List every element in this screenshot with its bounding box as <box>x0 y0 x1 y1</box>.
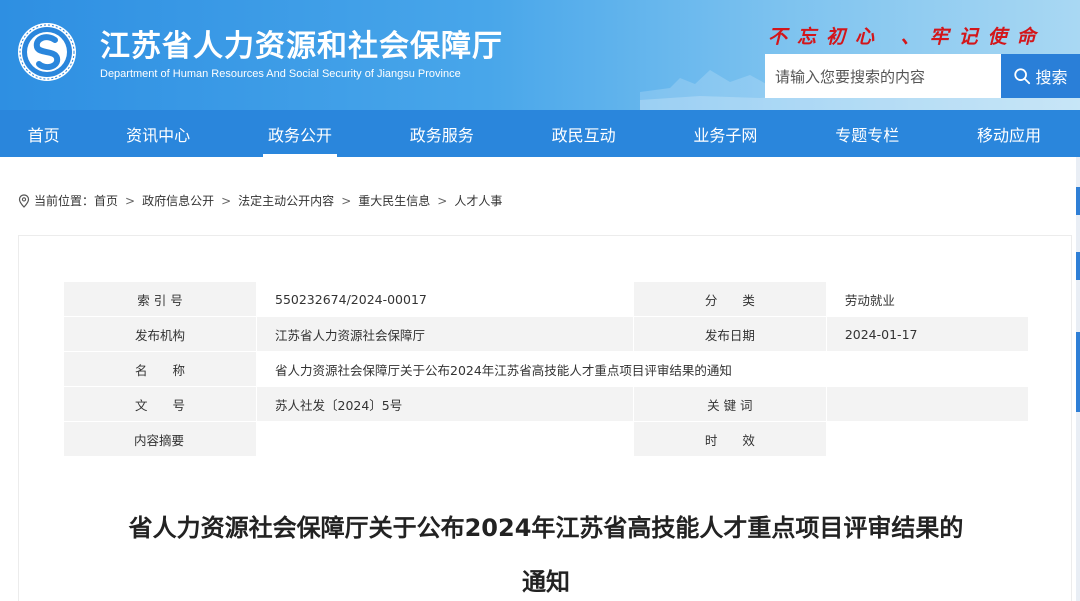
search-button-label: 搜索 <box>1035 68 1068 87</box>
date-label: 发布日期 <box>632 316 827 352</box>
name-value: 省人力资源社会保障厅关于公布2024年江苏省高技能人才重点项目评审结果的通知 <box>256 351 1029 387</box>
nav-item-subnets[interactable]: 业务子网 <box>655 110 797 157</box>
keywords-label: 关 键 词 <box>632 386 827 422</box>
keywords-value <box>825 386 1030 422</box>
table-row: 索 引 号 550232674/2024-00017 分 类 劳动就业 <box>63 281 1030 317</box>
table-row: 文 号 苏人社发〔2024〕5号 关 键 词 <box>63 386 1030 422</box>
search-input[interactable]: 请输入您要搜索的内容 <box>765 54 1001 98</box>
nav-item-news[interactable]: 资讯中心 <box>87 110 229 157</box>
breadcrumb-item-statutory[interactable]: 法定主动公开内容 <box>238 192 334 209</box>
publisher-value: 江苏省人力资源社会保障厅 <box>256 316 634 352</box>
breadcrumb-separator: > <box>437 193 448 208</box>
article-title-line2: 通知 <box>522 568 570 596</box>
nav-item-topics[interactable]: 专题专栏 <box>796 110 938 157</box>
summary-label: 内容摘要 <box>63 421 257 457</box>
doc-number-value: 苏人社发〔2024〕5号 <box>256 386 634 422</box>
breadcrumb-item-home[interactable]: 首页 <box>94 192 118 209</box>
document-info-table: 索 引 号 550232674/2024-00017 分 类 劳动就业 发布机构… <box>63 281 1030 457</box>
site-header: 江苏省人力资源和社会保障厅 Department of Human Resour… <box>0 0 1080 157</box>
site-subtitle: Department of Human Resources And Social… <box>100 68 461 80</box>
nav-item-home[interactable]: 首页 <box>0 110 87 157</box>
site-logo[interactable] <box>17 22 77 82</box>
search-icon <box>1014 68 1031 85</box>
doc-number-label: 文 号 <box>63 386 257 422</box>
breadcrumb: 当前位置： 首页 > 政府信息公开 > 法定主动公开内容 > 重大民生信息 > … <box>18 192 502 209</box>
publisher-label: 发布机构 <box>63 316 257 352</box>
breadcrumb-separator: > <box>221 193 232 208</box>
search-button[interactable]: 搜索 <box>1001 54 1080 98</box>
site-title: 江苏省人力资源和社会保障厅 <box>100 29 503 64</box>
name-label: 名 称 <box>63 351 257 387</box>
main-nav: 首页 资讯中心 政务公开 政务服务 政民互动 业务子网 专题专栏 移动应用 <box>0 110 1080 157</box>
category-label: 分 类 <box>632 281 827 317</box>
breadcrumb-item-gov-info[interactable]: 政府信息公开 <box>142 192 214 209</box>
location-pin-icon <box>18 193 30 208</box>
nav-item-interaction[interactable]: 政民互动 <box>513 110 655 157</box>
breadcrumb-item-livelihood[interactable]: 重大民生信息 <box>358 192 430 209</box>
nav-item-mobile[interactable]: 移动应用 <box>938 110 1080 157</box>
validity-value <box>825 421 1030 457</box>
right-edge-bar <box>1076 157 1080 601</box>
article-title-line1: 省人力资源社会保障厅关于公布2024年江苏省高技能人才重点项目评审结果的 <box>128 514 964 542</box>
index-label: 索 引 号 <box>63 281 257 317</box>
date-value: 2024-01-17 <box>825 316 1030 352</box>
article-title: 省人力资源社会保障厅关于公布2024年江苏省高技能人才重点项目评审结果的 通知 <box>19 501 1073 601</box>
breadcrumb-separator: > <box>125 193 136 208</box>
nav-item-services[interactable]: 政务服务 <box>371 110 513 157</box>
breadcrumb-prefix: 当前位置： <box>34 194 95 208</box>
table-row: 发布机构 江苏省人力资源社会保障厅 发布日期 2024-01-17 <box>63 316 1030 352</box>
index-value: 550232674/2024-00017 <box>256 281 634 317</box>
breadcrumb-separator: > <box>341 193 352 208</box>
category-value: 劳动就业 <box>825 281 1030 317</box>
table-row: 名 称 省人力资源社会保障厅关于公布2024年江苏省高技能人才重点项目评审结果的… <box>63 351 1029 387</box>
slogan: 不忘初心 、牢记使命 <box>768 26 1046 48</box>
table-row: 内容摘要 时 效 <box>63 421 1030 457</box>
validity-label: 时 效 <box>632 421 827 457</box>
summary-value <box>256 421 634 457</box>
nav-item-gov-affairs[interactable]: 政务公开 <box>229 110 371 157</box>
breadcrumb-item-talent[interactable]: 人才人事 <box>454 192 502 209</box>
